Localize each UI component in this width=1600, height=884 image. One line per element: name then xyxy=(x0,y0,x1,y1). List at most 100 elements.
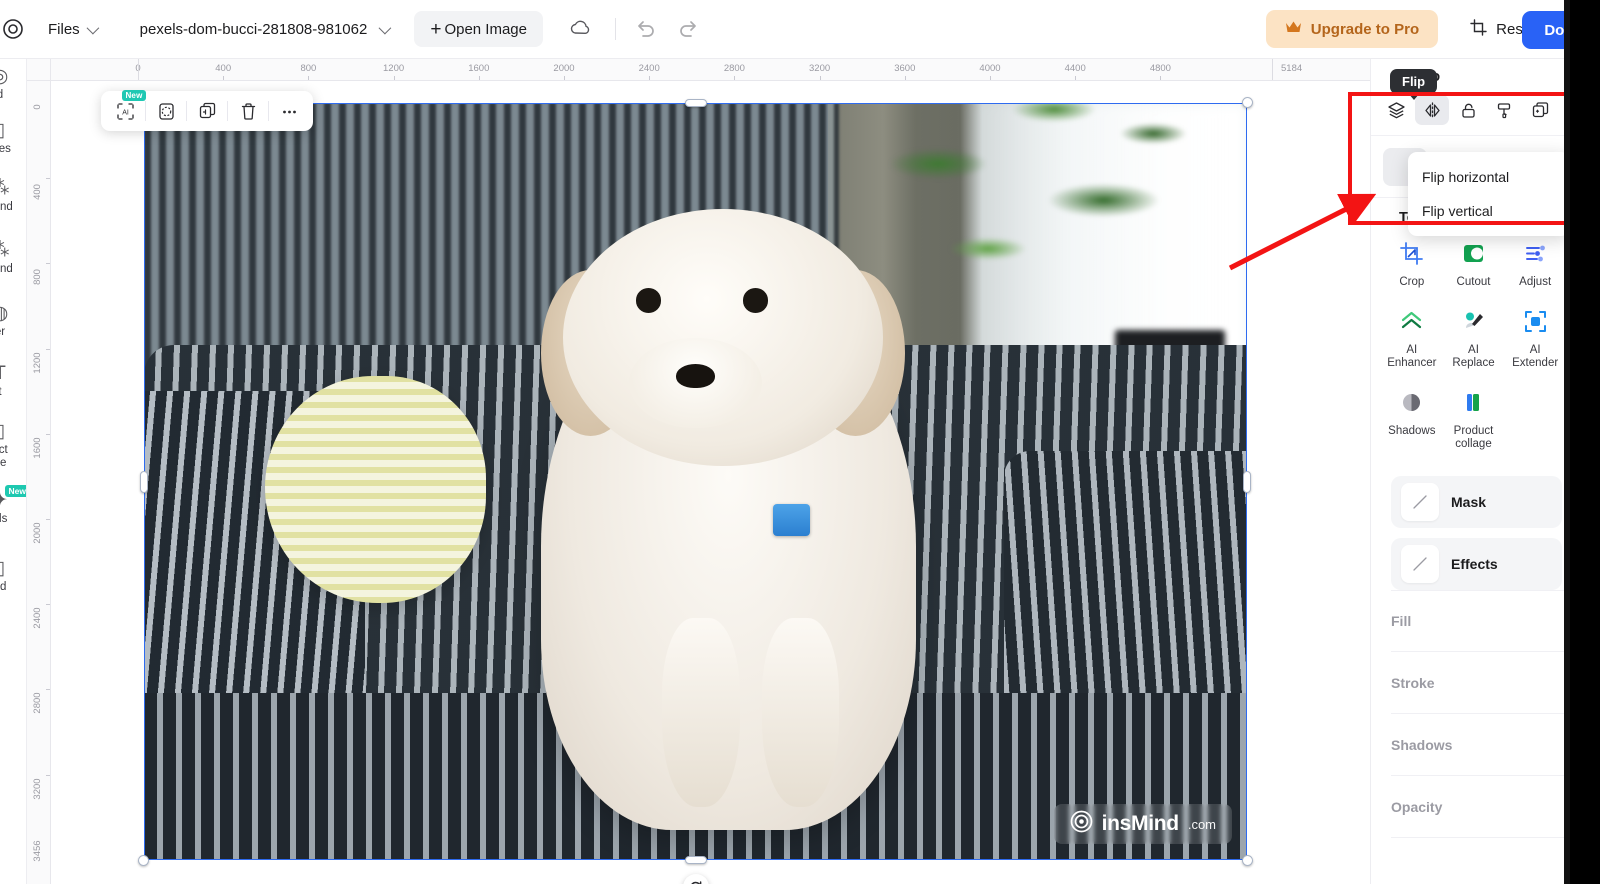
ruler-end-label: 3456 xyxy=(32,840,43,862)
tool-ai-enhancer[interactable]: AI Enhancer xyxy=(1381,306,1443,373)
ruler-vertical[interactable]: 0 400 800 1200 1600 2000 2400 2800 3200 3456 xyxy=(27,81,51,884)
resize-handle-left-center[interactable] xyxy=(140,470,148,493)
ruler-tick xyxy=(1075,76,1077,80)
ruler-tick-label: 4400 xyxy=(1064,63,1086,74)
files-menu-button[interactable]: Files xyxy=(42,16,102,43)
new-badge: New xyxy=(121,90,146,101)
ruler-tick-label: 800 xyxy=(300,63,317,74)
flip-button[interactable] xyxy=(1415,95,1449,125)
lock-button[interactable] xyxy=(1451,95,1485,125)
color-picker-button[interactable] xyxy=(1487,95,1521,125)
flip-tooltip: Flip xyxy=(1390,69,1438,100)
ruler-tick-label: 2000 xyxy=(32,522,43,544)
sidebar-item-label: ound xyxy=(0,201,13,213)
ai-extender-icon xyxy=(1523,309,1548,339)
tool-ai-extender[interactable]: AI Extender xyxy=(1504,306,1566,373)
resize-handle-top-right[interactable] xyxy=(1242,97,1253,108)
tool-adjust[interactable]: Adjust xyxy=(1504,238,1566,292)
tool-shadows[interactable]: Shadows xyxy=(1381,387,1443,454)
resize-handle-top-center[interactable] xyxy=(684,99,707,107)
svg-text:AI: AI xyxy=(122,109,129,116)
filename-dropdown[interactable]: pexels-dom-bucci-281808-981062 xyxy=(140,21,392,38)
ruler-horizontal[interactable]: px 0400800120016002000240028003200360040… xyxy=(27,59,1370,81)
flip-horizontal-item[interactable]: Flip horizontal xyxy=(1408,160,1570,194)
ruler-tick-label: 3200 xyxy=(809,63,831,74)
left-sidebar-rail: ◎ d ▯ ates ⁂ ound ⁂ ound ◍ er T t ▯ uct … xyxy=(0,59,27,884)
tooltip-text: Flip xyxy=(1402,74,1426,89)
insmind-logo-icon[interactable] xyxy=(2,18,24,40)
plus-icon: + xyxy=(430,18,442,40)
resize-handle-right-center[interactable] xyxy=(1243,470,1251,493)
effects-card[interactable]: Effects xyxy=(1391,538,1562,590)
desktop-background xyxy=(1570,0,1600,884)
tool-label: AI Extender xyxy=(1512,344,1559,369)
row-fill[interactable]: Fill xyxy=(1391,590,1570,652)
dog-photo[interactable]: insMind .com xyxy=(144,103,1247,860)
ai-tool-button[interactable]: AI New xyxy=(105,90,146,127)
undo-icon[interactable] xyxy=(630,14,660,44)
ruler-tick-label: 4800 xyxy=(1149,63,1171,74)
product-collage-icon xyxy=(1461,390,1486,420)
diagonal-line-icon xyxy=(1401,545,1439,583)
flip-vertical-item[interactable]: Flip vertical xyxy=(1408,194,1570,228)
ruler-tick xyxy=(1160,76,1162,80)
mask-button[interactable] xyxy=(146,95,186,127)
editor-canvas[interactable]: insMind .com AI New xyxy=(51,81,1370,884)
sidebar-item-change-background[interactable]: ⁂ ound xyxy=(0,241,26,276)
sidebar-item-ai-design[interactable]: ◎ d xyxy=(0,67,26,102)
resize-handle-bottom-right[interactable] xyxy=(1242,855,1253,866)
ruler-tick-label: 1600 xyxy=(468,63,490,74)
tool-label: Product collage xyxy=(1453,425,1494,450)
ruler-tick xyxy=(990,76,991,80)
tool-label: Shadows xyxy=(1388,425,1436,437)
ruler-tick-label: 400 xyxy=(215,63,232,74)
tool-crop[interactable]: Crop xyxy=(1381,238,1443,292)
rotate-icon[interactable] xyxy=(682,874,709,884)
row-shadows[interactable]: Shadows xyxy=(1391,714,1570,776)
photo-dog-leg-left xyxy=(662,617,740,807)
tool-ai-replace[interactable]: AI Replace xyxy=(1443,306,1505,373)
sidebar-item-ai-tools[interactable]: ✦ New ols xyxy=(0,485,26,526)
photo-pillow xyxy=(265,375,486,603)
crown-icon xyxy=(1285,20,1302,38)
ruler-tick xyxy=(46,774,50,776)
sidebar-item-product-collage[interactable]: ▯ uct ge xyxy=(0,422,26,470)
sidebar-item-label: ols xyxy=(0,513,8,525)
ruler-tick xyxy=(564,76,565,80)
cloud-sync-icon[interactable] xyxy=(567,16,593,42)
more-button[interactable] xyxy=(269,95,309,127)
resize-handle-bottom-left[interactable] xyxy=(138,855,149,866)
redo-icon[interactable] xyxy=(674,14,704,44)
photo-dog-tag xyxy=(772,504,811,536)
selected-image-object[interactable]: insMind .com xyxy=(138,97,1253,884)
photo-dog-head xyxy=(563,208,883,467)
sidebar-item-remove-background[interactable]: ⁂ ound xyxy=(0,179,26,214)
row-stroke[interactable]: Stroke xyxy=(1391,652,1570,714)
resize-handle-bottom-center[interactable] xyxy=(684,856,707,864)
sidebar-item-templates[interactable]: ▯ ates xyxy=(0,121,26,156)
change-background-icon: ⁂ xyxy=(0,241,26,261)
ruler-tick xyxy=(478,76,480,80)
ruler-tick-label: 3200 xyxy=(32,778,43,800)
ruler-tick-label: 4000 xyxy=(979,63,1001,74)
delete-button[interactable] xyxy=(228,95,268,127)
ruler-end-label: 5184 xyxy=(1281,63,1303,74)
sidebar-item-text[interactable]: T t xyxy=(0,364,26,399)
mask-card[interactable]: Mask xyxy=(1391,476,1562,528)
open-image-button[interactable]: + Open Image xyxy=(414,11,543,47)
row-opacity[interactable]: Opacity xyxy=(1391,776,1570,838)
upload-icon: ▯ xyxy=(0,559,26,579)
tool-cutout[interactable]: Cutout xyxy=(1443,238,1505,292)
toolbar-divider xyxy=(615,18,616,40)
ruler-tick-label: 400 xyxy=(32,184,43,201)
sidebar-item-enhancer[interactable]: ◍ er xyxy=(0,304,26,339)
duplicate-button[interactable] xyxy=(1523,95,1557,125)
duplicate-button[interactable] xyxy=(187,95,227,127)
watermark-logo-icon xyxy=(1070,810,1093,838)
insmind-editor-window: Files pexels-dom-bucci-281808-981062 + O… xyxy=(0,0,1600,884)
sidebar-item-upload[interactable]: ▯ ad xyxy=(0,559,26,594)
ruler-tick xyxy=(904,76,906,80)
ruler-tick-label: 1600 xyxy=(32,437,43,459)
tool-product-collage[interactable]: Product collage xyxy=(1443,387,1505,454)
upgrade-to-pro-button[interactable]: Upgrade to Pro xyxy=(1265,10,1439,48)
